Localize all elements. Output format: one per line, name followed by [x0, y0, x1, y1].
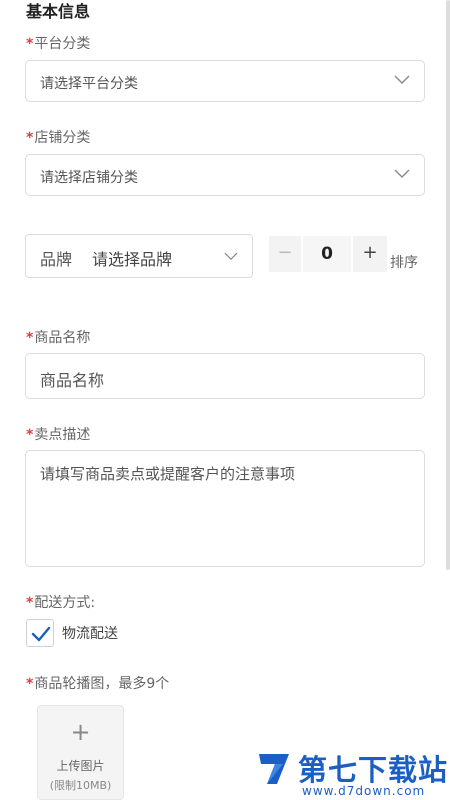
required-mark: *	[26, 330, 34, 346]
store-category-label: *店铺分类	[26, 130, 91, 146]
platform-category-placeholder: 请选择平台分类	[40, 76, 138, 92]
checkmark-icon	[31, 626, 51, 642]
upload-image-button[interactable]: + 上传图片 (限制10MB)	[37, 705, 124, 800]
watermark-url: www.d7down.com	[302, 784, 426, 798]
scrollbar[interactable]	[446, 0, 450, 570]
required-mark: *	[26, 676, 34, 692]
carousel-label: *商品轮播图，最多9个	[26, 676, 170, 692]
platform-category-label: *平台分类	[26, 36, 91, 52]
product-name-input[interactable]: 商品名称	[25, 353, 425, 399]
logistics-delivery-checkbox[interactable]	[26, 619, 54, 647]
required-mark: *	[26, 36, 34, 52]
product-name-placeholder: 商品名称	[40, 371, 105, 390]
brand-select[interactable]: 品牌 请选择品牌	[25, 234, 253, 278]
chevron-down-icon	[394, 169, 410, 178]
selling-point-label: *卖点描述	[26, 427, 91, 443]
watermark-logo-icon	[259, 754, 289, 784]
chevron-down-icon	[224, 252, 238, 260]
required-mark: *	[26, 595, 34, 611]
upload-size-hint: (限制10MB)	[49, 779, 112, 792]
chevron-down-icon	[394, 75, 410, 84]
store-category-select[interactable]: 请选择店铺分类	[25, 154, 425, 196]
sort-decrement-button[interactable]: −	[269, 236, 301, 272]
selling-point-placeholder: 请填写商品卖点或提醒客户的注意事项	[40, 465, 296, 483]
sort-value-input[interactable]: 0	[303, 236, 351, 272]
platform-category-select[interactable]: 请选择平台分类	[25, 60, 425, 102]
brand-label: 品牌	[40, 250, 73, 269]
selling-point-textarea[interactable]: 请填写商品卖点或提醒客户的注意事项	[25, 450, 425, 567]
sort-increment-button[interactable]: +	[353, 236, 387, 272]
required-mark: *	[26, 427, 34, 443]
section-title: 基本信息	[26, 2, 91, 21]
brand-placeholder: 请选择品牌	[92, 250, 173, 269]
store-category-placeholder: 请选择店铺分类	[40, 170, 138, 186]
required-mark: *	[26, 130, 34, 146]
upload-image-label: 上传图片	[56, 759, 105, 773]
product-name-label: *商品名称	[26, 330, 91, 346]
plus-icon: +	[70, 718, 91, 746]
logistics-delivery-label: 物流配送	[62, 626, 118, 642]
watermark-title: 第七下载站	[298, 753, 449, 787]
sort-label: 排序	[390, 255, 418, 271]
delivery-label: *配送方式:	[26, 595, 96, 611]
